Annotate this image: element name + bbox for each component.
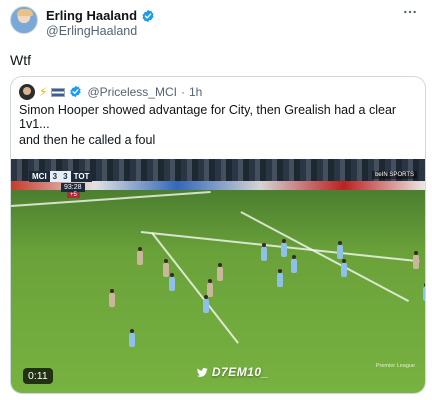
competition-logo: Premier League [375,363,415,369]
author-handle[interactable]: @ErlingHaaland [46,24,155,38]
player [277,269,283,287]
player [207,279,213,297]
author-name[interactable]: Erling Haaland [46,8,137,23]
watermark-text: D7EM10_ [211,365,269,379]
more-horizontal-icon[interactable] [402,4,418,25]
lightning-emoji-icon: ⚡ [39,85,48,99]
verified-badge-icon [141,9,155,23]
player [169,273,175,291]
video-duration: 0:11 [23,368,53,384]
broadcaster-logo: beIN SPORTS [372,171,417,179]
pitch-line [11,191,211,207]
player [163,259,169,277]
scoreboard: MCI 3 3 TOT [29,171,93,182]
player [291,255,297,273]
player [341,259,347,277]
tweet-text: Wtf [10,52,31,68]
quote-text-line-2: and then he called a foul [19,133,156,147]
player [137,247,143,265]
flag-emoji-icon [51,87,66,97]
player [129,329,135,347]
quote-timestamp[interactable]: 1h [189,85,202,99]
player [423,283,425,301]
author-avatar[interactable] [10,6,38,34]
tweet[interactable]: Erling Haaland @ErlingHaaland Wtf ⚡ @Pri… [0,0,432,400]
home-score: 3 [49,171,61,182]
player [109,289,115,307]
video-player[interactable]: MCI 3 3 TOT 93:28 +5 beIN SPORTS D7EM10_… [11,159,425,393]
player [337,241,343,259]
quote-handle[interactable]: @Priceless_MCI [87,85,177,99]
quoted-tweet[interactable]: ⚡ @Priceless_MCI · 1h Simon Hooper showe… [10,76,426,394]
added-time: +5 [67,192,80,198]
quote-avatar[interactable] [19,84,35,100]
home-team: MCI [29,171,50,182]
player [281,239,287,257]
quote-header: ⚡ @Priceless_MCI · 1h [19,84,202,100]
match-clock: 93:28 [61,183,85,192]
quote-text-line-1: Simon Hooper showed advantage for City, … [19,103,397,131]
player [413,251,419,269]
pitch-line [151,232,239,344]
player [203,295,209,313]
quote-separator: · [180,85,185,99]
player [217,263,223,281]
player [261,243,267,261]
video-watermark: D7EM10_ [196,365,269,379]
away-score: 3 [60,171,71,182]
away-team: TOT [70,171,93,182]
verified-badge-icon [69,85,83,99]
author-block: Erling Haaland @ErlingHaaland [46,8,155,38]
